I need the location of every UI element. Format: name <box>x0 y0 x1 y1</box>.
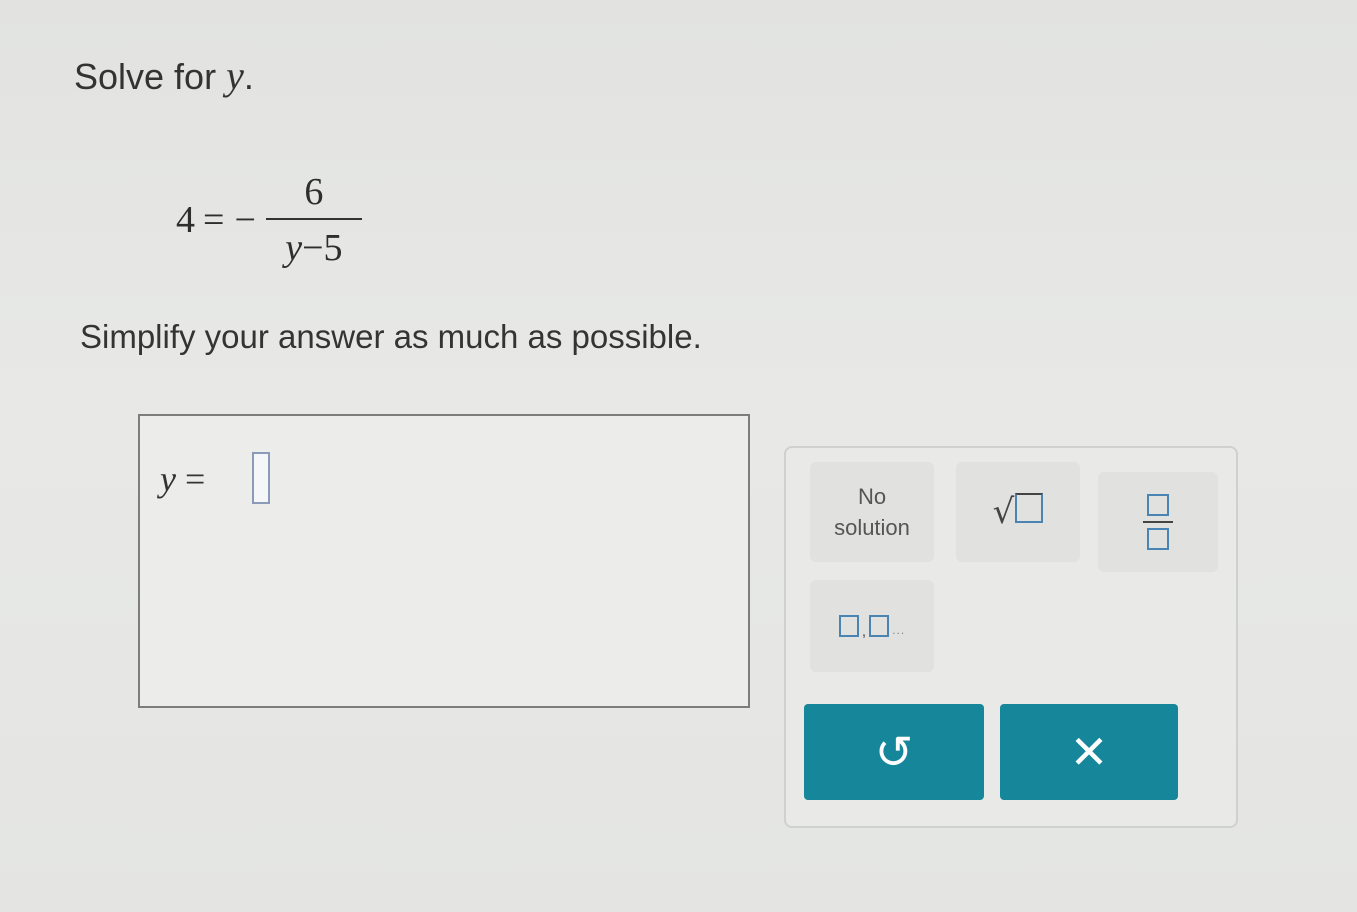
ellipsis-list-icon: ,... <box>838 615 905 640</box>
undo-icon: ↺ <box>874 725 914 779</box>
answer-label: y = <box>160 458 205 500</box>
clear-button[interactable]: ✕ <box>1000 704 1178 800</box>
ellipsis-list-button[interactable]: ,... <box>810 580 934 672</box>
sqrt-button[interactable]: √ <box>956 462 1080 562</box>
answer-equals: = <box>184 459 206 499</box>
instruction-text: Simplify your answer as much as possible… <box>80 318 702 355</box>
fraction-button[interactable] <box>1098 472 1218 572</box>
answer-area[interactable]: y = <box>138 414 750 708</box>
denominator-variable: y <box>285 227 303 269</box>
denominator-operator: − <box>302 227 324 269</box>
equation-fraction: 6 y−5 <box>265 170 362 270</box>
equation-lhs: 4 <box>176 199 195 241</box>
no-solution-button[interactable]: No solution <box>810 462 934 562</box>
sqrt-icon: √ <box>993 492 1044 532</box>
prompt-text: Solve for <box>74 56 227 97</box>
question-prompt: Solve for y. <box>74 52 254 99</box>
undo-button[interactable]: ↺ <box>804 704 984 800</box>
denominator-constant: 5 <box>323 227 343 269</box>
fraction-denominator: y−5 <box>285 220 342 270</box>
prompt-variable: y <box>226 53 244 98</box>
prompt-period: . <box>243 56 254 97</box>
no-solution-label-line2: solution <box>834 515 910 540</box>
clear-icon: ✕ <box>1069 725 1109 779</box>
answer-input[interactable] <box>252 452 270 504</box>
fraction-numerator: 6 <box>304 171 324 213</box>
answer-variable: y <box>160 459 176 499</box>
equation-equals: = <box>203 199 225 241</box>
equation-sign: − <box>234 199 256 241</box>
no-solution-label-line1: No <box>857 484 887 509</box>
equation: 4 = − 6 y−5 <box>176 160 362 280</box>
math-toolbar: No solution √ ,... ↺ ✕ <box>784 446 1238 828</box>
fraction-icon <box>1143 494 1173 550</box>
